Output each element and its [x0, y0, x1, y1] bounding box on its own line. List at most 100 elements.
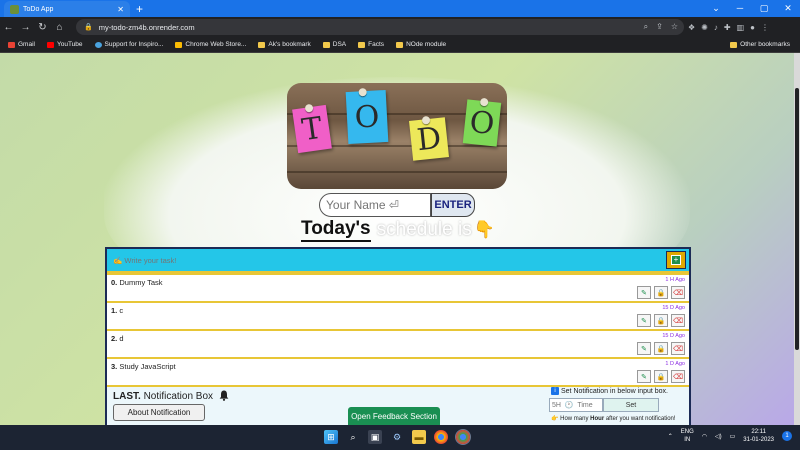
set-notification-info: i Set Notification in below input box.: [551, 387, 668, 395]
scrollbar-thumb[interactable]: [795, 88, 799, 350]
task-text: 1. c: [111, 306, 124, 315]
task-row: 3. Study JavaScript 1 D Ago ✎ 🔒 ⌫: [107, 359, 689, 385]
bookmark-folder-ak[interactable]: Ak's bookmark: [258, 41, 311, 48]
notification-hint: 👉 How many Hour after you want notificat…: [551, 416, 676, 422]
task-age: 15 D Ago: [662, 305, 685, 311]
task-text: 2. d: [111, 334, 124, 343]
edit-icon[interactable]: ✎: [637, 286, 651, 299]
extensions-bar: ❖ ✺ ♪ ✚ ▥ ● ⋮: [688, 17, 769, 37]
close-window-icon[interactable]: ✕: [776, 0, 800, 16]
hour-input[interactable]: [549, 398, 603, 412]
wifi-icon[interactable]: ◠: [702, 433, 707, 440]
forward-icon[interactable]: →: [17, 22, 34, 33]
edit-icon[interactable]: ✎: [637, 370, 651, 383]
maximize-icon[interactable]: ▢: [752, 0, 776, 16]
delete-icon[interactable]: ⌫: [671, 342, 685, 355]
enter-button[interactable]: ENTER: [431, 193, 475, 217]
bookmark-youtube[interactable]: YouTube: [46, 41, 83, 48]
task-input-row: +: [107, 249, 689, 271]
open-feedback-button[interactable]: Open Feedback Section: [348, 407, 440, 425]
tab-close-icon[interactable]: ✕: [117, 5, 124, 14]
page-title: Today's schedule is 👇: [301, 218, 495, 242]
favicon-icon: [10, 4, 19, 14]
new-tab-button[interactable]: +: [136, 2, 143, 16]
reload-icon[interactable]: ↻: [34, 22, 51, 33]
bell-icon: [219, 390, 229, 401]
window-controls: ⌄ ─ ▢ ✕: [704, 0, 800, 16]
plus-icon: +: [671, 255, 681, 265]
sticky-note-o: O: [345, 87, 389, 145]
tab-title: ToDo App: [23, 5, 54, 13]
sidepanel-icon[interactable]: ▥: [737, 23, 745, 32]
browser-tab-bar: ToDo App ✕ + ⌄ ─ ▢ ✕: [0, 0, 800, 17]
minimize-icon[interactable]: ─: [728, 0, 752, 16]
file-explorer-icon[interactable]: ▬: [412, 430, 426, 444]
back-icon[interactable]: ←: [0, 22, 17, 33]
delete-icon[interactable]: ⌫: [671, 370, 685, 383]
url-text[interactable]: my-todo-zm4b.onrender.com: [99, 23, 195, 32]
info-icon: i: [551, 387, 559, 395]
sticky-note-t: T: [292, 103, 332, 154]
sticky-note-o2: O: [462, 97, 502, 147]
tray-chevron-icon[interactable]: ⌃: [668, 433, 673, 440]
puzzle-icon[interactable]: ✚: [724, 23, 731, 32]
task-text: 3. Study JavaScript: [111, 362, 176, 371]
task-age: 1 H Ago: [665, 277, 685, 283]
task-row: 2. d 15 D Ago ✎ 🔒 ⌫: [107, 331, 689, 357]
bookmark-folder-facts[interactable]: Facts: [358, 41, 384, 48]
extension-icon[interactable]: ♪: [714, 23, 718, 32]
bookmark-chrome-web-store[interactable]: Chrome Web Store...: [175, 41, 246, 48]
bookmark-gmail[interactable]: Gmail: [8, 41, 35, 48]
name-input[interactable]: [319, 193, 431, 217]
bookmark-folder-dsa[interactable]: DSA: [322, 41, 346, 48]
task-row: 1. c 15 D Ago ✎ 🔒 ⌫: [107, 303, 689, 329]
pin-icon: [358, 87, 367, 97]
lock-icon[interactable]: 🔒: [654, 286, 668, 299]
extension-icon[interactable]: ❖: [688, 23, 695, 32]
bookmark-other[interactable]: Other bookmarks: [730, 41, 790, 48]
delete-icon[interactable]: ⌫: [671, 286, 685, 299]
todo-panel: + 0. Dummy Task 1 H Ago ✎ 🔒 ⌫ 1. c 15 D …: [105, 247, 691, 425]
task-input[interactable]: [107, 250, 657, 270]
bookmarks-bar: Gmail YouTube Support for Inspiro... Chr…: [0, 37, 800, 53]
lock-icon[interactable]: 🔒: [84, 23, 93, 31]
notification-title: LAST. Notification Box: [113, 391, 214, 402]
profile-icon[interactable]: ●: [750, 23, 755, 32]
menu-dots-icon[interactable]: ⋮: [761, 23, 769, 32]
volume-icon[interactable]: ◁): [715, 433, 722, 440]
wood-plank: [287, 171, 507, 173]
about-notification-button[interactable]: About Notification: [113, 404, 205, 421]
system-tray: ⌃ ENG IN ◠ ◁) ▭ 22:11 31-01-2023 1: [668, 428, 792, 444]
lock-icon[interactable]: 🔒: [654, 314, 668, 327]
edit-icon[interactable]: ✎: [637, 342, 651, 355]
lock-icon[interactable]: 🔒: [654, 370, 668, 383]
task-text: 0. Dummy Task: [111, 278, 163, 287]
task-age: 15 D Ago: [662, 333, 685, 339]
notification-count-badge[interactable]: 1: [782, 431, 792, 441]
chrome-active-icon[interactable]: [455, 429, 471, 445]
bookmark-support[interactable]: Support for Inspiro...: [94, 41, 163, 48]
edit-icon[interactable]: ✎: [637, 314, 651, 327]
zoom-icon[interactable]: ⌕: [644, 22, 648, 32]
settings-icon[interactable]: ⚙: [390, 430, 404, 444]
chevron-down-icon[interactable]: ⌄: [704, 0, 728, 16]
home-icon[interactable]: ⌂: [51, 22, 68, 33]
clock[interactable]: 22:11 31-01-2023: [743, 428, 774, 444]
star-icon[interactable]: ☆: [671, 22, 678, 32]
bookmark-folder-node[interactable]: NOde module: [396, 41, 446, 48]
lock-icon[interactable]: 🔒: [654, 342, 668, 355]
address-bar[interactable]: 🔒 my-todo-zm4b.onrender.com ⌕ ⇪ ☆: [76, 19, 684, 35]
share-icon[interactable]: ⇪: [656, 22, 663, 32]
tab-todo-app[interactable]: ToDo App ✕: [4, 1, 130, 17]
language-indicator[interactable]: ENG IN: [681, 428, 694, 444]
chrome-icon[interactable]: [434, 430, 448, 444]
search-icon[interactable]: ⌕: [346, 430, 360, 444]
extension-icon[interactable]: ✺: [701, 23, 708, 32]
add-task-button[interactable]: +: [666, 251, 686, 269]
set-button[interactable]: Set: [603, 398, 659, 412]
battery-icon[interactable]: ▭: [730, 433, 736, 440]
windows-start-icon[interactable]: ⊞: [324, 430, 338, 444]
delete-icon[interactable]: ⌫: [671, 314, 685, 327]
task-view-icon[interactable]: ▣: [368, 430, 382, 444]
title-schedule: schedule is: [376, 219, 472, 240]
